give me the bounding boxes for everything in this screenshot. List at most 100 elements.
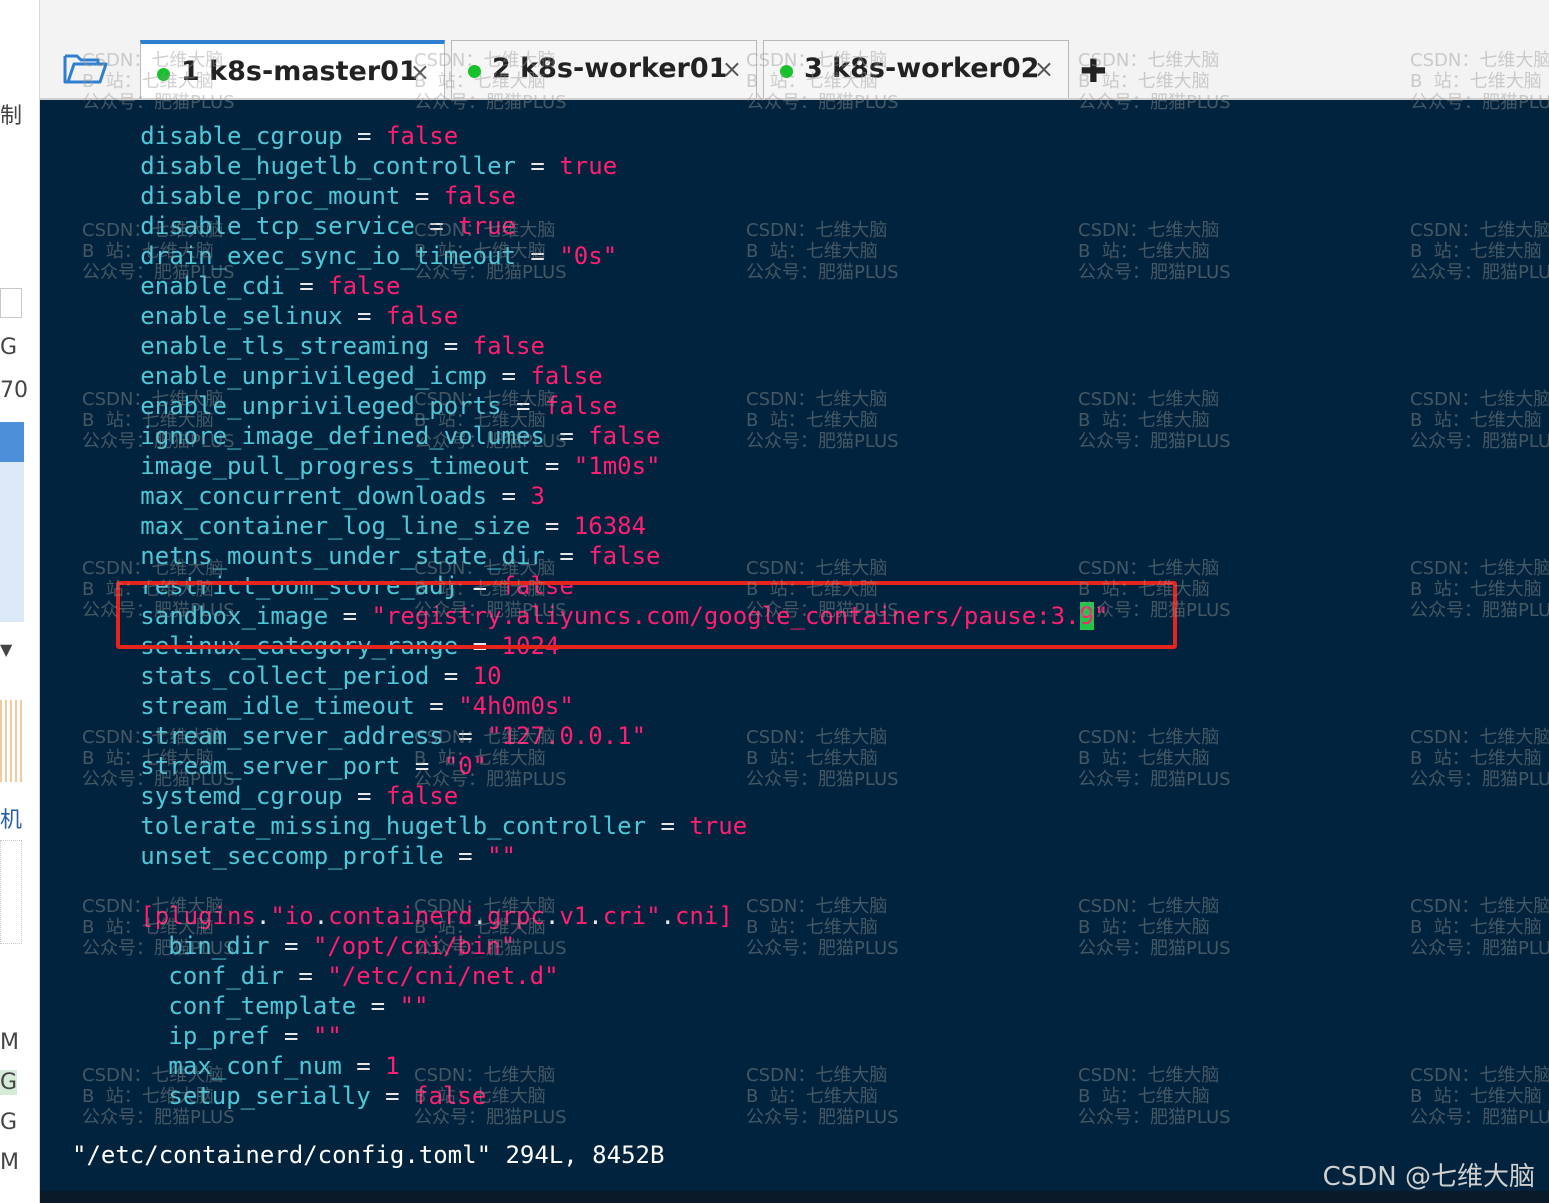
close-icon[interactable]: ×	[722, 55, 742, 83]
section-header-part: .	[255, 902, 271, 930]
config-operator: =	[284, 272, 329, 300]
config-key: enable_unprivileged_ports	[140, 392, 502, 420]
config-key: max_container_log_line_size	[140, 512, 531, 540]
config-value: false	[544, 392, 618, 420]
sidebar-panel	[0, 840, 22, 944]
config-line: enable_tls_streaming = false	[140, 331, 545, 361]
config-key: image_pull_progress_timeout	[140, 452, 531, 480]
config-line: disable_hugetlb_controller = true	[140, 151, 617, 181]
config-operator: =	[356, 992, 400, 1020]
config-key: disable_hugetlb_controller	[140, 152, 516, 180]
tab-label: 1 k8s-master01	[181, 56, 418, 87]
config-operator: =	[646, 812, 690, 840]
tab-k8s-worker01[interactable]: 2 k8s-worker01 ×	[451, 40, 757, 98]
connected-status-icon	[468, 65, 481, 78]
config-key: setup_serially	[168, 1082, 371, 1110]
config-key: stream_server_address	[140, 722, 444, 750]
sidebar-expand-icon[interactable]: ▼	[0, 640, 12, 659]
left-panel-clipped: 制 G 70 ▼ 机 M G G M	[0, 0, 40, 1203]
config-value: true	[458, 212, 516, 240]
config-key: disable_proc_mount	[140, 182, 401, 210]
section-header-part: [plugins	[140, 902, 256, 930]
config-value: false	[414, 1082, 487, 1110]
config-operator: =	[342, 782, 386, 810]
config-value: "/opt/cni/bin"	[312, 932, 516, 960]
config-value: false	[385, 122, 459, 150]
config-line: stats_collect_period = 10	[140, 661, 501, 691]
config-key: stats_collect_period	[140, 662, 430, 690]
config-line: disable_proc_mount = false	[140, 181, 516, 211]
config-operator: =	[429, 662, 473, 690]
sidebar-fragment: M	[0, 1150, 19, 1175]
section-header-part: .	[660, 902, 675, 930]
tab-k8s-master01[interactable]: 1 k8s-master01 ×	[140, 40, 445, 98]
close-icon[interactable]: ×	[1034, 55, 1054, 83]
csdn-credit: CSDN @七维大脑	[1322, 1162, 1535, 1192]
config-operator: =	[544, 542, 589, 570]
config-key: conf_template	[168, 992, 357, 1020]
new-tab-plus-icon[interactable]: ✚	[1080, 52, 1107, 90]
config-line: stream_server_address = "127.0.0.1"	[140, 721, 646, 751]
section-header-part: .	[588, 902, 603, 930]
config-value: false	[472, 332, 545, 360]
open-folder-icon[interactable]	[62, 48, 108, 88]
sidebar-selected-row[interactable]	[0, 422, 24, 462]
config-key: drain_exec_sync_io_timeout	[140, 242, 516, 270]
config-key: systemd_cgroup	[140, 782, 343, 810]
config-operator: =	[283, 962, 328, 990]
config-operator: =	[487, 482, 531, 510]
config-operator: =	[400, 752, 444, 780]
config-value: ""	[399, 992, 429, 1020]
config-value: false	[588, 542, 661, 570]
config-operator: =	[443, 842, 488, 870]
config-operator: =	[530, 452, 574, 480]
config-key: netns_mounts_under_state_dir	[140, 542, 545, 570]
config-value: "127.0.0.1"	[487, 722, 647, 750]
config-value: false	[385, 302, 459, 330]
section-header-part: v1	[559, 902, 589, 930]
section-header-part: .	[544, 902, 560, 930]
config-value: false	[328, 272, 401, 300]
section-header-part: .	[472, 902, 488, 930]
config-operator: =	[269, 1022, 313, 1050]
config-line: bin_dir = "/opt/cni/bin"	[168, 931, 515, 961]
tab-k8s-worker02[interactable]: 3 k8s-worker02 ×	[763, 40, 1069, 98]
config-value: true	[559, 152, 618, 180]
config-value: 16384	[573, 512, 647, 540]
terminal-view[interactable]: disable_cgroup = false disable_hugetlb_co…	[40, 100, 1549, 1203]
config-value: "0"	[443, 752, 488, 780]
config-key: enable_tls_streaming	[140, 332, 430, 360]
config-value: false	[530, 362, 603, 390]
sidebar-input-box[interactable]	[0, 288, 22, 318]
config-line: ignore_image_defined_volumes = false	[140, 421, 660, 451]
close-icon[interactable]: ×	[410, 58, 430, 86]
config-value: 3	[530, 482, 545, 510]
config-line: conf_template = ""	[168, 991, 428, 1021]
config-operator: =	[414, 212, 459, 240]
sidebar-fragment: 机	[0, 808, 23, 833]
vim-status-line: "/etc/containerd/config.toml" 294L, 8452…	[72, 1141, 665, 1169]
config-line: image_pull_progress_timeout = "1m0s"	[140, 451, 660, 481]
config-key: enable_selinux	[140, 302, 343, 330]
config-key: stream_server_port	[140, 752, 401, 780]
config-key: tolerate_missing_hugetlb_controller	[140, 812, 647, 840]
sidebar-mini-chart	[0, 700, 24, 782]
config-operator: =	[515, 242, 560, 270]
config-line: max_concurrent_downloads = 3	[140, 481, 545, 511]
config-line: setup_serially = false	[168, 1081, 486, 1111]
config-line: [plugins."io.containerd.grpc.v1.cri".cni…	[140, 901, 732, 931]
section-header-part: cri"	[602, 902, 661, 930]
config-line: conf_dir = "/etc/cni/net.d"	[168, 961, 558, 991]
config-operator: =	[370, 1082, 415, 1110]
config-key: ip_pref	[168, 1022, 270, 1050]
sidebar-list[interactable]	[0, 462, 24, 622]
config-key: max_concurrent_downloads	[140, 482, 488, 510]
annotation-highlight-box	[116, 581, 1177, 649]
sidebar-fragment: 制	[0, 104, 23, 129]
sidebar-fragment: G	[0, 335, 18, 360]
tab-bar: 1 k8s-master01 × 2 k8s-worker01 × 3 k8s-…	[40, 0, 1549, 100]
config-value: true	[689, 812, 748, 840]
config-key: disable_cgroup	[140, 122, 343, 150]
tab-label: 2 k8s-worker01	[492, 53, 728, 84]
config-key: conf_dir	[168, 962, 284, 990]
